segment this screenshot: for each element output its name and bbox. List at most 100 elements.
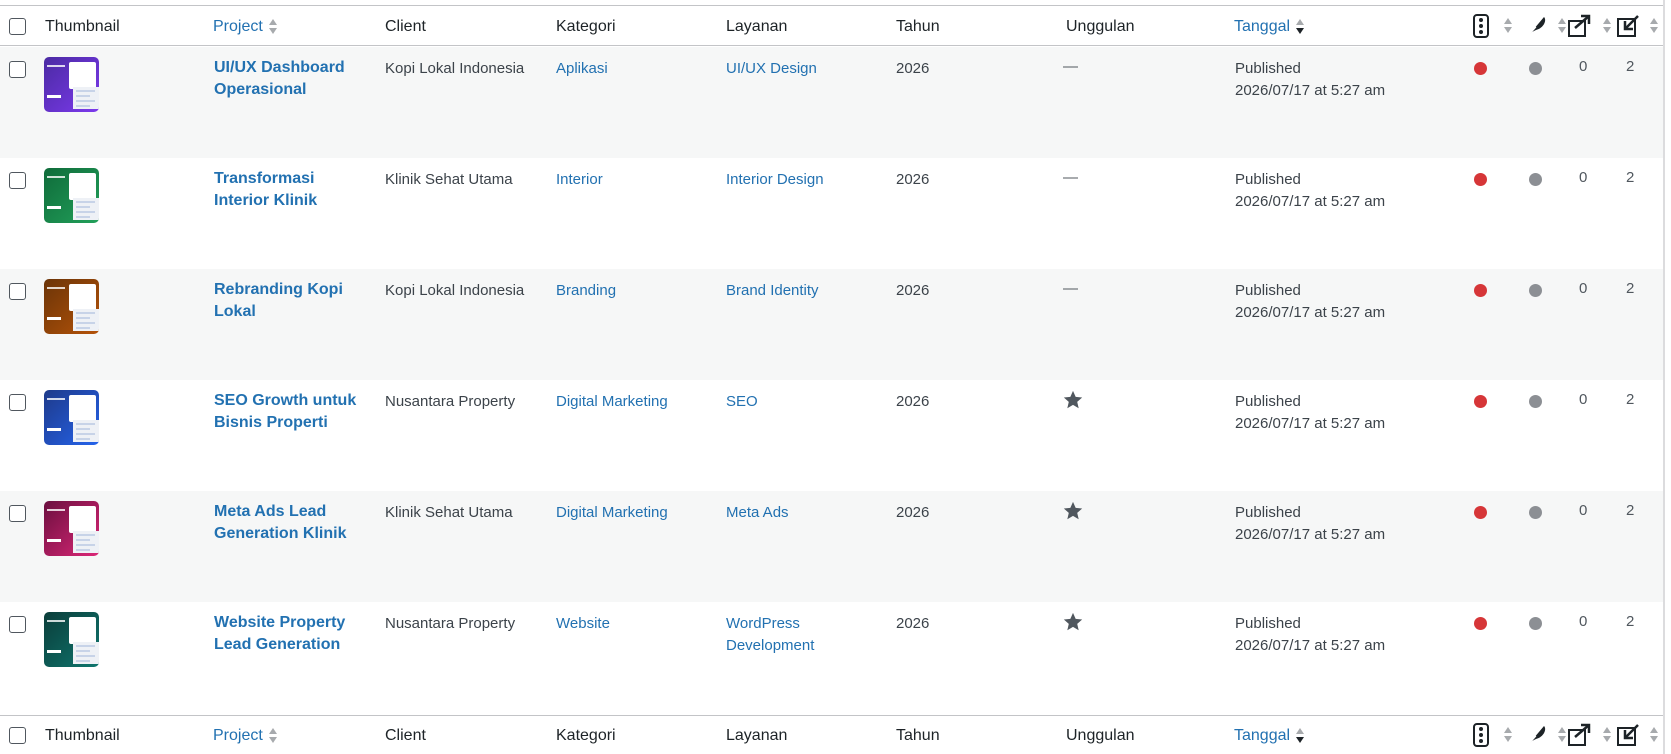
incoming-links-icon[interactable] bbox=[1614, 723, 1640, 747]
unggulan-empty: — bbox=[1063, 280, 1078, 297]
outgoing-links-icon[interactable] bbox=[1567, 723, 1593, 747]
thumbnail-line bbox=[76, 312, 95, 314]
row-checkbox[interactable] bbox=[9, 505, 26, 522]
thumbnail-line bbox=[76, 201, 95, 203]
kategori-link[interactable]: Digital Marketing bbox=[556, 502, 668, 524]
thumbnail-line bbox=[76, 317, 90, 319]
client-value: Nusantara Property bbox=[385, 615, 516, 632]
thumbnail-panel bbox=[73, 642, 99, 664]
sort-icon[interactable] bbox=[1558, 727, 1567, 743]
seo-traffic-light-icon[interactable] bbox=[1469, 723, 1495, 747]
layanan-link[interactable]: UI/UX Design bbox=[726, 58, 846, 80]
client-value: Klinik Sehat Utama bbox=[385, 504, 513, 521]
readability-feather-icon[interactable] bbox=[1524, 14, 1550, 38]
post-date: 2026/07/17 at 5:27 am bbox=[1235, 304, 1386, 321]
thumbnail-card bbox=[69, 173, 96, 200]
select-all-checkbox-footer[interactable] bbox=[9, 727, 26, 744]
sort-desc-icon bbox=[1296, 727, 1305, 744]
column-project-sort[interactable]: Project bbox=[213, 18, 278, 36]
thumbnail-line bbox=[76, 549, 90, 551]
column-unggulan: Unggulan bbox=[1066, 18, 1135, 35]
project-thumbnail[interactable] bbox=[44, 57, 99, 112]
seo-traffic-light-icon[interactable] bbox=[1469, 14, 1495, 38]
sort-icon[interactable] bbox=[1603, 727, 1612, 743]
kategori-link[interactable]: Branding bbox=[556, 280, 616, 302]
project-title-link[interactable]: Website Property Lead Generation bbox=[214, 612, 364, 656]
thumbnail-line bbox=[76, 216, 90, 218]
row-checkbox[interactable] bbox=[9, 616, 26, 633]
thumbnail-panel bbox=[73, 87, 99, 109]
select-all-checkbox[interactable] bbox=[9, 18, 26, 35]
project-thumbnail[interactable] bbox=[44, 168, 99, 223]
row-checkbox[interactable] bbox=[9, 394, 26, 411]
row-checkbox[interactable] bbox=[9, 283, 26, 300]
post-date: 2026/07/17 at 5:27 am bbox=[1235, 637, 1386, 654]
seo-score-dot bbox=[1474, 284, 1487, 297]
sort-icon[interactable] bbox=[1504, 18, 1513, 34]
project-thumbnail[interactable] bbox=[44, 612, 99, 667]
thumbnail-line bbox=[76, 544, 95, 546]
kategori-link[interactable]: Interior bbox=[556, 169, 603, 191]
column-tanggal-sort[interactable]: Tanggal bbox=[1234, 727, 1305, 745]
thumbnail-caption-line bbox=[47, 398, 65, 400]
star-icon[interactable] bbox=[1062, 611, 1084, 633]
thumbnail-line bbox=[76, 95, 90, 97]
post-status: Published bbox=[1235, 60, 1301, 77]
layanan-link[interactable]: Meta Ads bbox=[726, 502, 846, 524]
incoming-links-count: 2 bbox=[1626, 280, 1635, 297]
layanan-link[interactable]: SEO bbox=[726, 391, 846, 413]
star-icon[interactable] bbox=[1062, 500, 1084, 522]
project-thumbnail[interactable] bbox=[44, 501, 99, 556]
column-layanan: Layanan bbox=[726, 18, 788, 35]
unggulan-empty: — bbox=[1063, 58, 1078, 75]
post-status: Published bbox=[1235, 615, 1301, 632]
thumbnail-bar bbox=[47, 206, 61, 209]
column-project-sort[interactable]: Project bbox=[213, 727, 278, 745]
kategori-link[interactable]: Digital Marketing bbox=[556, 391, 668, 413]
sort-icon[interactable] bbox=[1650, 727, 1659, 743]
column-tahun: Tahun bbox=[896, 727, 940, 744]
project-title-link[interactable]: SEO Growth untuk Bisnis Properti bbox=[214, 390, 364, 434]
outgoing-links-icon[interactable] bbox=[1567, 14, 1593, 38]
incoming-links-icon[interactable] bbox=[1614, 14, 1640, 38]
post-date: 2026/07/17 at 5:27 am bbox=[1235, 82, 1386, 99]
outgoing-links-count: 0 bbox=[1579, 169, 1588, 186]
readability-score-dot bbox=[1529, 284, 1542, 297]
incoming-links-count: 2 bbox=[1626, 613, 1635, 630]
sort-icon[interactable] bbox=[1504, 727, 1513, 743]
layanan-link[interactable]: Brand Identity bbox=[726, 280, 846, 302]
project-thumbnail[interactable] bbox=[44, 279, 99, 334]
project-title-link[interactable]: Meta Ads Lead Generation Klinik bbox=[214, 501, 364, 545]
sort-icon[interactable] bbox=[1603, 18, 1612, 34]
readability-score-dot bbox=[1529, 506, 1542, 519]
kategori-link[interactable]: Aplikasi bbox=[556, 58, 608, 80]
column-tahun: Tahun bbox=[896, 18, 940, 35]
project-thumbnail[interactable] bbox=[44, 390, 99, 445]
sort-icon[interactable] bbox=[1650, 18, 1659, 34]
sort-icon[interactable] bbox=[1558, 18, 1567, 34]
thumbnail-bar bbox=[47, 539, 61, 542]
row-checkbox[interactable] bbox=[9, 61, 26, 78]
seo-score-dot bbox=[1474, 395, 1487, 408]
project-title-link[interactable]: Rebranding Kopi Lokal bbox=[214, 279, 364, 323]
project-title-link[interactable]: Transformasi Interior Klinik bbox=[214, 168, 364, 212]
thumbnail-caption-line bbox=[47, 176, 65, 178]
outgoing-links-count: 0 bbox=[1579, 502, 1588, 519]
incoming-links-count: 2 bbox=[1626, 391, 1635, 408]
kategori-link[interactable]: Website bbox=[556, 613, 610, 635]
layanan-link[interactable]: Interior Design bbox=[726, 169, 846, 191]
row-checkbox[interactable] bbox=[9, 172, 26, 189]
table-row: Meta Ads Lead Generation Klinik Klinik Se… bbox=[0, 491, 1663, 602]
readability-score-dot bbox=[1529, 62, 1542, 75]
column-tanggal-sort[interactable]: Tanggal bbox=[1234, 18, 1305, 36]
table-right-border bbox=[1663, 0, 1665, 754]
post-date: 2026/07/17 at 5:27 am bbox=[1235, 415, 1386, 432]
column-tanggal-label: Tanggal bbox=[1234, 18, 1291, 35]
layanan-link[interactable]: WordPress Development bbox=[726, 613, 846, 657]
publish-info: Published 2026/07/17 at 5:27 am bbox=[1235, 280, 1385, 324]
project-title-link[interactable]: UI/UX Dashboard Operasional bbox=[214, 57, 364, 101]
client-value: Kopi Lokal Indonesia bbox=[385, 60, 525, 77]
star-icon[interactable] bbox=[1062, 389, 1084, 411]
outgoing-links-count: 0 bbox=[1579, 613, 1588, 630]
readability-feather-icon[interactable] bbox=[1524, 723, 1550, 747]
